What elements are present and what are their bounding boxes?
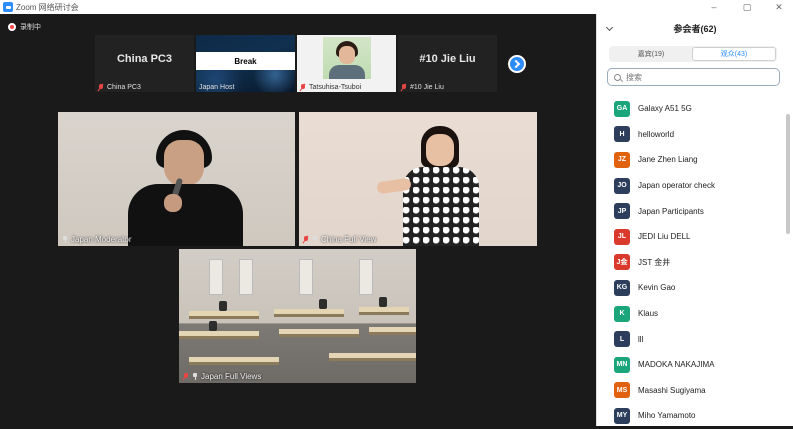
tile-label: Japan Moderator <box>62 235 131 244</box>
avatar: JP <box>614 203 630 220</box>
pin-icon <box>192 373 198 380</box>
list-item[interactable]: JZ Jane Zhen Liang <box>597 147 787 173</box>
participant-name: JEDI Liu DELL <box>638 232 691 242</box>
participant-name: Japan operator check <box>638 181 715 191</box>
list-item[interactable]: MN MADOKA NAKAJIMA <box>597 352 787 378</box>
mic-muted-icon <box>401 84 407 91</box>
pin-icon <box>312 236 318 243</box>
avatar: H <box>614 126 630 143</box>
participant-name: Japan Participants <box>638 206 704 216</box>
scrollbar[interactable] <box>786 114 790 234</box>
avatar: JL <box>614 228 630 245</box>
thumbnail-display-name: China PC3 <box>116 53 172 65</box>
panel-header: 参会者(62) <box>597 14 793 42</box>
search-box[interactable] <box>607 68 780 86</box>
list-item[interactable]: JP Japan Participants <box>597 198 787 224</box>
pin-icon <box>62 236 68 243</box>
close-icon[interactable]: ✕ <box>770 0 788 14</box>
mic-muted-icon <box>98 84 104 91</box>
avatar: J金 <box>614 254 630 271</box>
chevron-down-icon[interactable] <box>605 23 614 32</box>
list-item[interactable]: MS Masashi Sugiyama <box>597 378 787 404</box>
avatar: JO <box>614 177 630 194</box>
participant-name: Galaxy A51 5G <box>638 104 692 114</box>
participant-tabs: 嘉宾(19) 观众(43) <box>609 46 777 62</box>
participant-name: Kevin Gao <box>638 283 676 293</box>
video-tile-japan-full-views[interactable]: Japan Full Views <box>179 249 416 383</box>
break-banner: Break <box>196 52 295 70</box>
tile-label: China Full View <box>303 235 376 244</box>
participants-panel: 参会者(62) 嘉宾(19) 观众(43) GA Galaxy A51 5G Hhe… <box>596 14 793 426</box>
avatar: MY <box>614 407 630 424</box>
participant-name: Klaus <box>638 309 659 319</box>
thumbnail-display-name: #10 Jie Liu <box>419 53 476 65</box>
zoom-logo-icon <box>3 2 13 12</box>
thumbnail-japan-host[interactable]: Break Japan Host <box>196 35 295 92</box>
avatar: K <box>614 305 630 322</box>
avatar: MN <box>614 356 630 373</box>
thumbnail-strip: China PC3 China PC3 Break Japan Host Tat… <box>95 35 497 92</box>
avatar: KG <box>614 279 630 296</box>
maximize-icon[interactable]: ▢ <box>738 0 756 14</box>
record-dot-icon <box>8 23 16 31</box>
participant-list: GA Galaxy A51 5G Hhelloworld JZ Jane Zhen Li… <box>597 96 787 429</box>
list-item[interactable]: GA Galaxy A51 5G <box>597 96 787 122</box>
recording-indicator: 录制中 <box>8 22 41 32</box>
minimize-icon[interactable]: – <box>705 0 723 14</box>
participant-name: MADOKA NAKAJIMA <box>638 360 715 370</box>
participant-name: Masashi Sugiyama <box>638 385 706 395</box>
thumbnail-jie-liu[interactable]: #10 Jie Liu #10 Jie Liu <box>398 35 497 92</box>
participant-name: lll <box>638 334 644 344</box>
avatar: L <box>614 331 630 348</box>
list-item[interactable]: Llll <box>597 326 787 352</box>
participant-name: Jane Zhen Liang <box>638 155 698 165</box>
tab-attendees[interactable]: 观众(43) <box>692 47 776 61</box>
search-input[interactable] <box>626 72 766 82</box>
tab-panelists[interactable]: 嘉宾(19) <box>610 47 692 61</box>
title-bar: Zoom 网络研讨会 – ▢ ✕ <box>0 0 793 14</box>
thumbnail-label: China PC3 <box>98 84 141 91</box>
participant-photo <box>323 37 371 79</box>
mic-muted-icon <box>303 236 309 243</box>
video-tile-china-full-view[interactable]: China Full View <box>299 112 537 246</box>
participant-name: helloworld <box>638 129 675 139</box>
window-title: Zoom 网络研讨会 <box>16 2 79 12</box>
mic-muted-icon <box>300 84 306 91</box>
participant-name: Miho Yamamoto <box>638 411 696 421</box>
list-item[interactable]: K Klaus <box>597 301 787 327</box>
video-tile-japan-moderator[interactable]: Japan Moderator <box>58 112 295 246</box>
thumbnail-china-pc3[interactable]: China PC3 China PC3 <box>95 35 194 92</box>
list-item[interactable]: J金 JST 金井 <box>597 250 787 276</box>
avatar: JZ <box>614 151 630 168</box>
thumbnail-tatsuhisa-tsuboi[interactable]: Tatsuhisa-Tsuboi <box>297 35 396 92</box>
next-page-button[interactable] <box>508 55 526 73</box>
list-item[interactable]: MY Miho Yamamoto <box>597 403 787 429</box>
avatar: GA <box>614 100 630 117</box>
list-item[interactable]: KG Kevin Gao <box>597 275 787 301</box>
thumbnail-label: Tatsuhisa-Tsuboi <box>300 84 361 91</box>
thumbnail-label: Japan Host <box>199 84 235 91</box>
list-item[interactable]: JL JEDI Liu DELL <box>597 224 787 250</box>
list-item[interactable]: JO Japan operator check <box>597 173 787 199</box>
list-item[interactable]: Hhelloworld <box>597 122 787 148</box>
panel-title: 参会者(62) <box>673 23 717 34</box>
recording-label: 录制中 <box>20 24 41 31</box>
search-icon <box>614 73 621 81</box>
participant-name: JST 金井 <box>638 257 671 267</box>
mic-muted-icon <box>183 373 189 380</box>
thumbnail-label: #10 Jie Liu <box>401 84 444 91</box>
avatar: MS <box>614 382 630 399</box>
tile-label: Japan Full Views <box>183 372 261 381</box>
